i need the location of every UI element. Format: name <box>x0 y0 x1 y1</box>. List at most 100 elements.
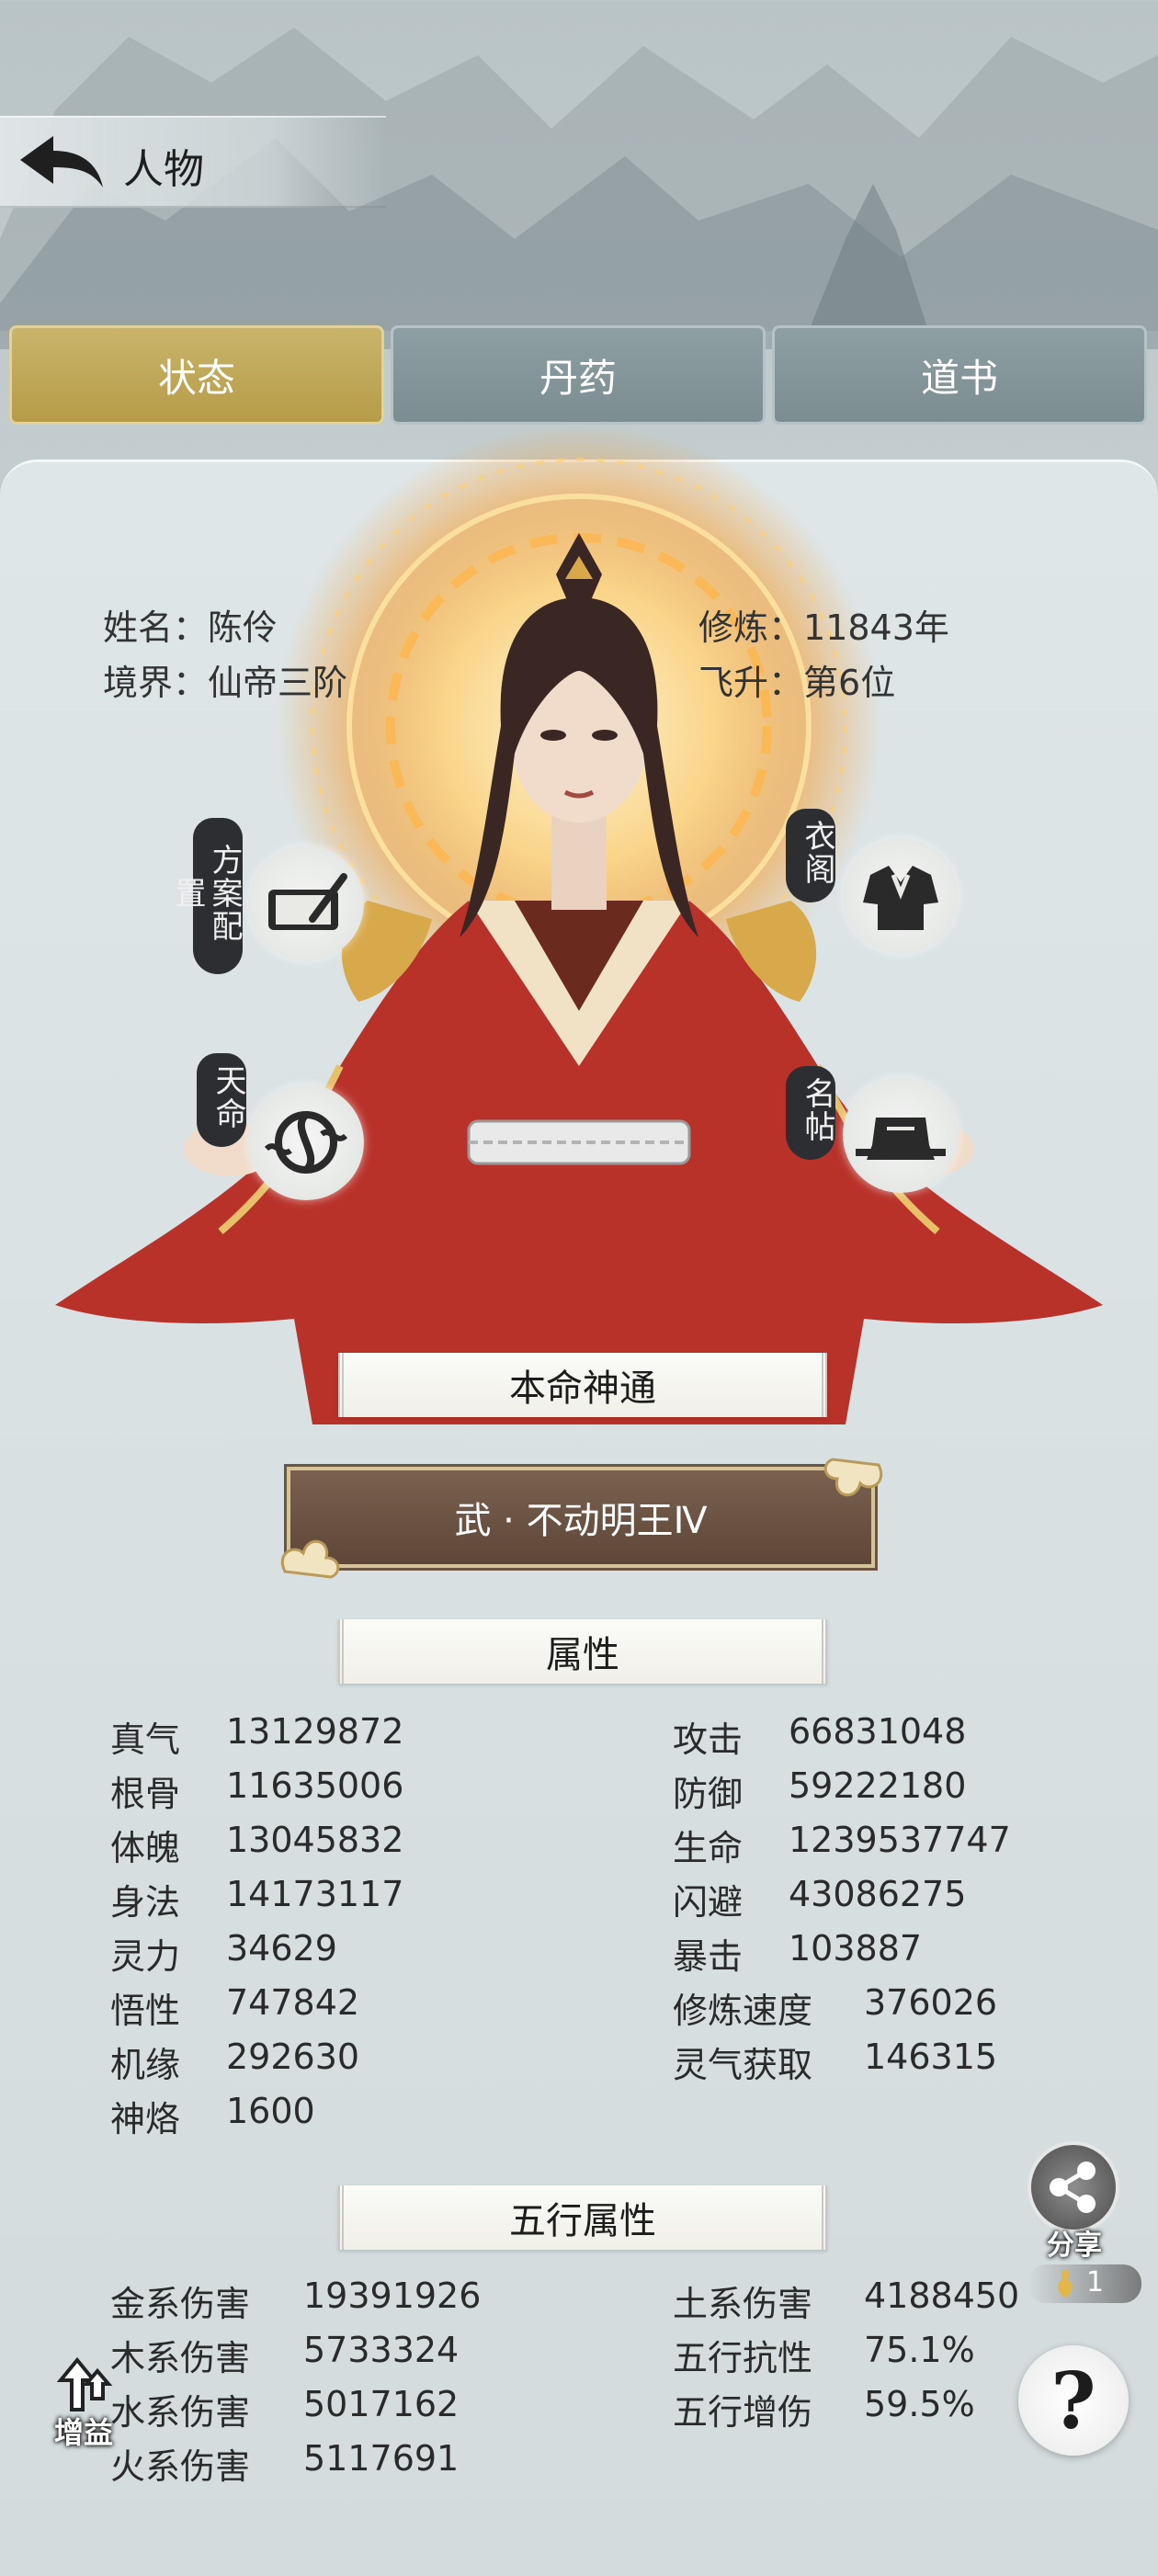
element-value: 5733324 <box>303 2330 460 2370</box>
attribute-row: 灵气获取 146315 <box>673 2037 1132 2091</box>
cloud-ornament-right-icon <box>823 1458 882 1497</box>
attribute-row: 生命 1239537747 <box>673 1820 1132 1874</box>
name-card-button[interactable]: 名帖 <box>786 1066 970 1222</box>
share-button[interactable]: 分享 <box>1024 2141 1125 2262</box>
header-bar: 人物 <box>0 116 386 208</box>
ascend-label: 飞升： <box>698 663 804 703</box>
attribute-row: 防御 59222180 <box>673 1765 1132 1820</box>
attribute-value: 103887 <box>789 1928 923 1969</box>
name-card-label: 名帖 <box>786 1066 835 1160</box>
attribute-row: 真气 13129872 <box>110 1711 662 1765</box>
fate-button[interactable]: 天命 <box>193 1053 377 1213</box>
taiji-cloud-icon <box>264 1111 348 1174</box>
realm-label: 境界： <box>103 663 209 703</box>
attribute-label: 闪避 <box>673 1882 744 1923</box>
attribute-row: 灵力 34629 <box>110 1928 662 1982</box>
elements-left-list: 金系伤害 19391926 木系伤害 5733324 水系伤害 5017162 火系伤… <box>110 2275 662 2492</box>
attribute-value: 66831048 <box>789 1711 967 1752</box>
back-arrow-icon <box>20 136 103 187</box>
cloud-ornament-left-icon <box>281 1539 340 1579</box>
attribute-label: 修炼速度 <box>673 1991 813 2031</box>
name-card-circle <box>843 1077 959 1193</box>
attribute-value: 1600 <box>226 2091 315 2131</box>
element-value: 19391926 <box>303 2275 482 2316</box>
element-value: 75.1% <box>864 2330 975 2370</box>
tab-books[interactable]: 道书 <box>772 325 1147 425</box>
element-value: 59.5% <box>864 2384 975 2424</box>
attribute-row: 攻击 66831048 <box>673 1711 1132 1765</box>
natal-skill-button[interactable]: 武 · 不动明王Ⅳ <box>284 1464 878 1571</box>
attribute-row: 修炼速度 376026 <box>673 1982 1132 2037</box>
character-realm: 仙帝三阶 <box>208 663 348 703</box>
share-label: 分享 <box>1047 2230 1102 2262</box>
element-value: 5017162 <box>303 2384 460 2424</box>
plan-config-button[interactable]: 方案配置 <box>169 818 377 974</box>
attribute-row: 根骨 11635006 <box>110 1765 662 1820</box>
element-label: 木系伤害 <box>110 2338 251 2378</box>
attribute-value: 59222180 <box>789 1765 967 1806</box>
element-row: 木系伤害 5733324 <box>110 2330 662 2384</box>
scroll-brush-icon <box>268 873 347 930</box>
skill-section-title: 本命神通 <box>338 1353 827 1417</box>
attribute-label: 攻击 <box>673 1719 744 1760</box>
gourd-icon <box>1058 2270 1073 2298</box>
element-label: 火系伤害 <box>110 2446 251 2487</box>
name-label: 姓名： <box>103 607 209 648</box>
profile-name-row: 姓名：陈伶 <box>103 599 278 650</box>
share-icon <box>1050 2162 1096 2213</box>
elements-right-list: 土系伤害 4188450 五行抗性 75.1% 五行增伤 59.5% <box>673 2275 1059 2438</box>
attribute-label: 体魄 <box>110 1828 181 1868</box>
boost-arrow-icon <box>56 2356 113 2411</box>
attributes-right-list: 攻击 66831048 防御 59222180 生命 1239537747 闪避 430… <box>673 1711 1132 2091</box>
boost-button[interactable]: 增益 <box>42 2355 125 2465</box>
element-label: 五行增伤 <box>673 2392 813 2433</box>
attribute-value: 292630 <box>226 2037 360 2077</box>
cultivate-label: 修炼： <box>698 607 804 648</box>
profile-realm-row: 境界：仙帝三阶 <box>103 654 347 705</box>
attribute-value: 11635006 <box>226 1765 404 1806</box>
attribute-row: 身法 14173117 <box>110 1874 662 1928</box>
tab-pills[interactable]: 丹药 <box>391 325 766 425</box>
attribute-label: 防御 <box>673 1774 744 1814</box>
element-label: 金系伤害 <box>110 2284 251 2324</box>
wardrobe-button[interactable]: 衣阁 <box>786 809 970 965</box>
element-row: 五行增伤 59.5% <box>673 2384 1059 2438</box>
attribute-value: 13045832 <box>226 1820 404 1860</box>
share-count-badge: 1 <box>1027 2264 1141 2303</box>
share-count: 1 <box>1086 2266 1105 2298</box>
attribute-label: 悟性 <box>110 1991 181 2031</box>
attribute-label: 真气 <box>110 1719 181 1760</box>
help-button[interactable]: ? <box>1018 2345 1129 2456</box>
fate-label: 天命 <box>197 1053 246 1147</box>
attribute-row: 体魄 13045832 <box>110 1820 662 1874</box>
attribute-label: 灵气获取 <box>673 2045 813 2085</box>
plan-config-circle <box>248 845 364 961</box>
tab-status[interactable]: 状态 <box>9 325 384 425</box>
attribute-label: 身法 <box>110 1882 181 1923</box>
element-row: 水系伤害 5017162 <box>110 2384 662 2438</box>
element-label: 水系伤害 <box>110 2392 251 2433</box>
attribute-row: 闪避 43086275 <box>673 1874 1132 1928</box>
robe-icon <box>863 866 938 930</box>
element-row: 五行抗性 75.1% <box>673 2330 1059 2384</box>
boost-label: 增益 <box>53 2415 113 2450</box>
profile-cultivate-row: 修炼：11843年 <box>698 599 949 650</box>
attribute-value: 376026 <box>864 1982 998 2023</box>
attribute-row: 悟性 747842 <box>110 1982 662 2037</box>
attribute-label: 机缘 <box>110 2045 181 2085</box>
share-circle <box>1027 2141 1119 2233</box>
elements-section-title: 五行属性 <box>338 2185 827 2250</box>
attribute-row: 机缘 292630 <box>110 2037 662 2091</box>
attribute-value: 1239537747 <box>789 1820 1011 1860</box>
natal-skill-name: 武 · 不动明王Ⅳ <box>454 1500 708 1542</box>
character-name: 陈伶 <box>208 607 278 648</box>
attribute-label: 灵力 <box>110 1936 181 1977</box>
attribute-value: 34629 <box>226 1928 337 1969</box>
fate-circle <box>248 1084 364 1200</box>
attribute-label: 根骨 <box>110 1774 181 1814</box>
page-title: 人物 <box>123 146 204 193</box>
back-button[interactable] <box>13 131 108 193</box>
attribute-value: 13129872 <box>226 1711 404 1752</box>
attribute-value: 146315 <box>864 2037 998 2077</box>
wardrobe-label: 衣阁 <box>786 809 835 902</box>
